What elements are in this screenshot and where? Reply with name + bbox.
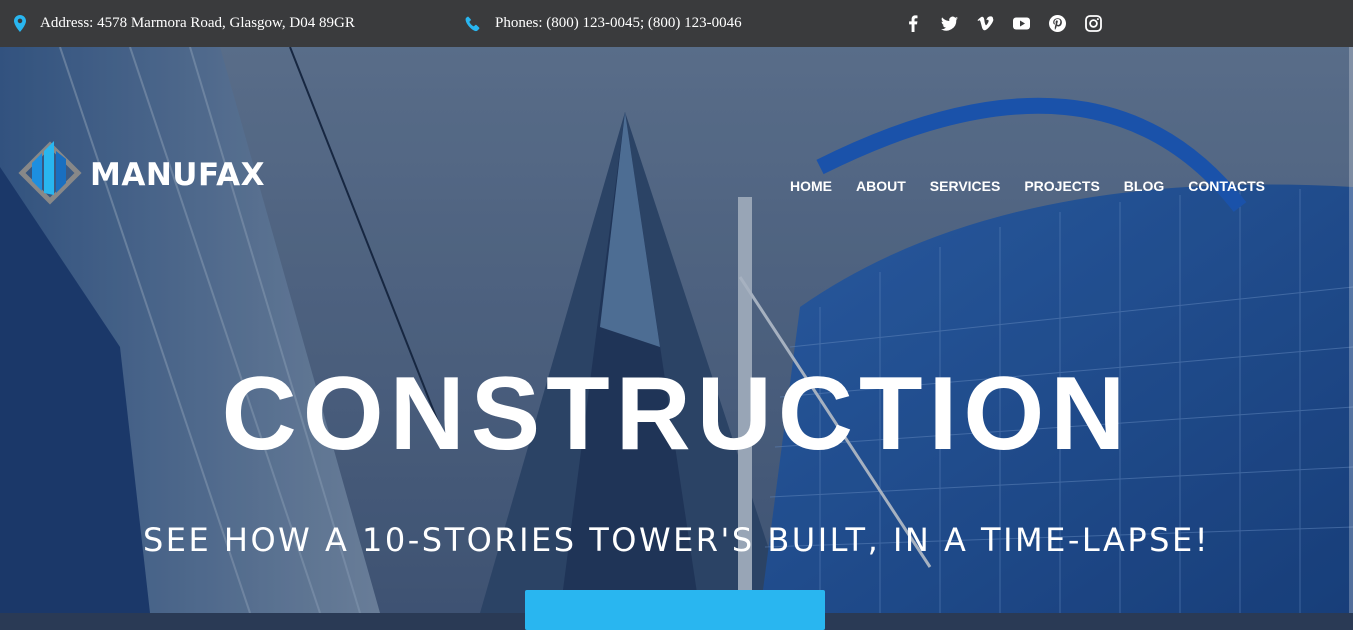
main-nav: HOME ABOUT SERVICES PROJECTS BLOG CONTAC…: [790, 178, 1289, 194]
social-links: [904, 14, 1103, 33]
top-info-bar: Address: 4578 Marmora Road, Glasgow, D04…: [0, 0, 1353, 47]
nav-item-services[interactable]: SERVICES: [930, 178, 1001, 194]
address-text: Address: 4578 Marmora Road, Glasgow, D04…: [40, 15, 355, 31]
hero-title: CONSTRUCTION: [221, 356, 1132, 472]
nav-item-contacts[interactable]: CONTACTS: [1188, 178, 1265, 194]
nav-item-blog[interactable]: BLOG: [1124, 178, 1164, 194]
nav-item-home[interactable]: HOME: [790, 178, 832, 194]
vimeo-icon[interactable]: [976, 14, 995, 33]
address-info: Address: 4578 Marmora Road, Glasgow, D04…: [14, 15, 355, 32]
hero-cta-button[interactable]: [525, 590, 825, 630]
nav-item-projects[interactable]: PROJECTS: [1024, 178, 1099, 194]
twitter-icon[interactable]: [940, 14, 959, 33]
brand-logo[interactable]: MANUFAX: [18, 137, 265, 212]
pinterest-icon[interactable]: [1048, 14, 1067, 33]
building-logo-icon: [18, 137, 82, 212]
phone-icon: [465, 16, 481, 32]
phone-info: Phones: (800) 123-0045; (800) 123-0046: [465, 15, 742, 32]
map-pin-icon: [14, 15, 26, 32]
instagram-icon[interactable]: [1084, 14, 1103, 33]
youtube-icon[interactable]: [1012, 14, 1031, 33]
facebook-icon[interactable]: [904, 14, 923, 33]
page-scrollbar[interactable]: [1349, 47, 1353, 613]
nav-item-about[interactable]: ABOUT: [856, 178, 906, 194]
hero-subtitle: SEE HOW A 10-STORIES TOWER'S BUILT, IN A…: [142, 521, 1211, 559]
brand-name: MANUFAX: [90, 156, 265, 193]
phones-text: Phones: (800) 123-0045; (800) 123-0046: [495, 15, 742, 31]
